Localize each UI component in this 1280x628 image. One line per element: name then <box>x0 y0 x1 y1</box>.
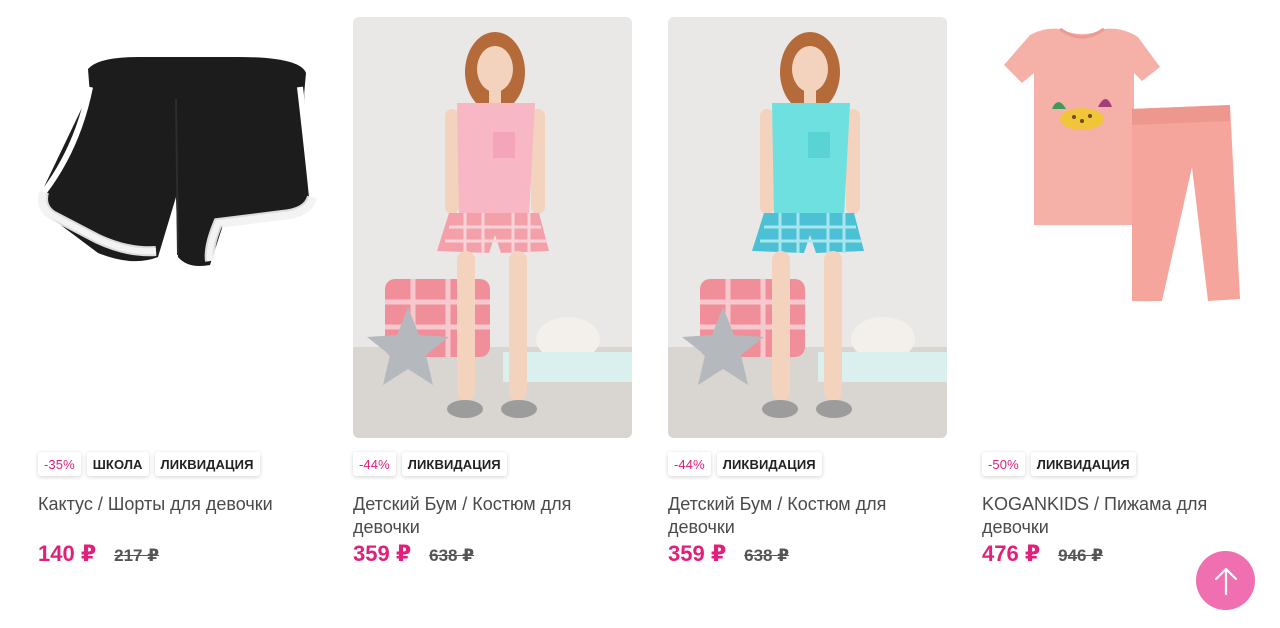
black-shorts-image <box>38 17 317 438</box>
current-price: 359 ₽ <box>353 541 412 566</box>
discount-badge: -35% <box>38 452 81 476</box>
product-card[interactable]: -50% ЛИКВИДАЦИЯ KOGANKIDS / Пижама для д… <box>982 17 1261 567</box>
product-title[interactable]: Детский Бум / Костюм для девочки <box>668 493 947 539</box>
tag-badge: ШКОЛА <box>86 452 149 476</box>
discount-badge: -50% <box>982 452 1025 476</box>
product-image[interactable] <box>353 17 632 438</box>
old-price: 638 ₽ <box>744 546 790 565</box>
badge-list: -50% ЛИКВИДАЦИЯ <box>982 452 1261 476</box>
current-price: 140 ₽ <box>38 541 97 566</box>
tag-badge: ЛИКВИДАЦИЯ <box>716 452 822 476</box>
price-row: 359 ₽ 638 ₽ <box>353 541 632 567</box>
product-image[interactable] <box>668 17 947 438</box>
tag-badge: ЛИКВИДАЦИЯ <box>1030 452 1136 476</box>
old-price: 946 ₽ <box>1058 546 1104 565</box>
product-card[interactable]: -44% ЛИКВИДАЦИЯ Детский Бум / Костюм для… <box>668 17 947 567</box>
current-price: 359 ₽ <box>668 541 727 566</box>
girl-turquoise-pajama-image <box>668 17 947 438</box>
badge-list: -44% ЛИКВИДАЦИЯ <box>668 452 947 476</box>
price-row: 140 ₽ 217 ₽ <box>38 541 317 567</box>
old-price: 638 ₽ <box>429 546 475 565</box>
tag-badge: ЛИКВИДАЦИЯ <box>154 452 260 476</box>
product-grid: -35% ШКОЛА ЛИКВИДАЦИЯ Кактус / Шорты для… <box>0 0 1280 628</box>
badge-list: -44% ЛИКВИДАЦИЯ <box>353 452 632 476</box>
product-title[interactable]: Кактус / Шорты для девочки <box>38 493 317 539</box>
product-image[interactable] <box>982 17 1261 438</box>
current-price: 476 ₽ <box>982 541 1041 566</box>
discount-badge: -44% <box>353 452 396 476</box>
old-price: 217 ₽ <box>114 546 160 565</box>
product-card[interactable]: -44% ЛИКВИДАЦИЯ Детский Бум / Костюм для… <box>353 17 632 567</box>
pink-pajama-leopard-image <box>982 17 1261 438</box>
scroll-to-top-button[interactable] <box>1196 551 1255 610</box>
tag-badge: ЛИКВИДАЦИЯ <box>401 452 507 476</box>
product-title[interactable]: KOGANKIDS / Пижама для девочки <box>982 493 1261 539</box>
badge-list: -35% ШКОЛА ЛИКВИДАЦИЯ <box>38 452 317 476</box>
girl-pink-pajama-image <box>353 17 632 438</box>
arrow-up-icon <box>1214 567 1237 595</box>
product-card[interactable]: -35% ШКОЛА ЛИКВИДАЦИЯ Кактус / Шорты для… <box>38 17 317 567</box>
product-image[interactable] <box>38 17 317 438</box>
price-row: 359 ₽ 638 ₽ <box>668 541 947 567</box>
discount-badge: -44% <box>668 452 711 476</box>
product-title[interactable]: Детский Бум / Костюм для девочки <box>353 493 632 539</box>
